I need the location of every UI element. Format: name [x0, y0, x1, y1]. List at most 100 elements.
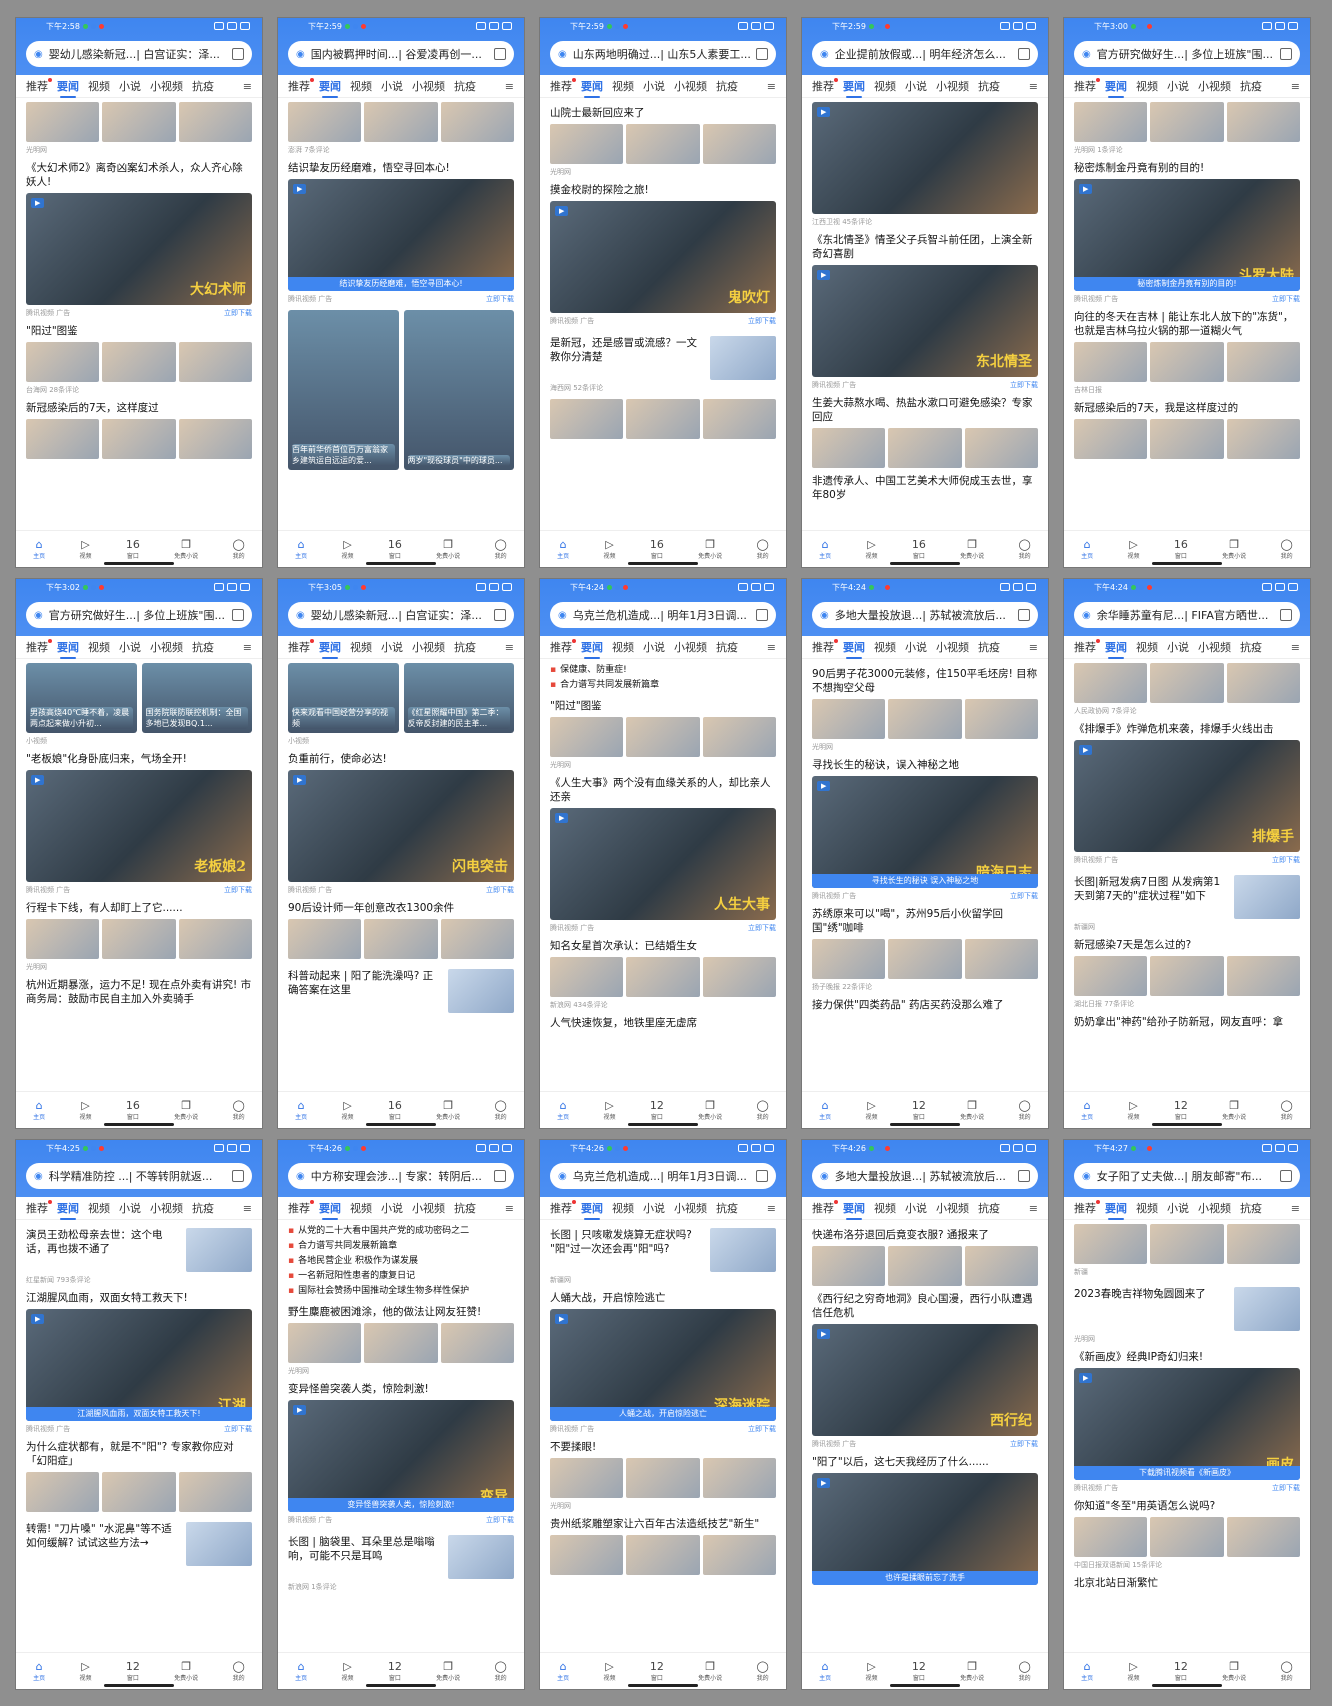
search-bar[interactable]: ◉ 企业提前放假或...| 明年经济怎么... [812, 41, 1038, 67]
image-row[interactable] [26, 919, 252, 959]
item-title[interactable]: "阳过"图鉴 [26, 324, 252, 338]
feed-item[interactable]: 快递布洛芬退回后竟变衣服? 通报来了 [812, 1228, 1038, 1286]
nav-book[interactable]: ❐ 免费小说 [698, 1099, 722, 1121]
tab-3[interactable]: 小说 [905, 639, 927, 655]
item-title[interactable]: 转需! "刀片嗓" "水泥鼻"等不适如何缓解? 试试这些方法→ [26, 1522, 180, 1562]
tab-2[interactable]: 视频 [88, 639, 110, 655]
tab-2[interactable]: 视频 [1136, 639, 1158, 655]
tab-4[interactable]: 小视频 [1198, 1200, 1231, 1216]
item-title[interactable]: 野生麋鹿被困滩涂，他的做法让网友狂赞! [288, 1305, 514, 1319]
tab-4[interactable]: 小视频 [1198, 639, 1231, 655]
tab-4[interactable]: 小视频 [936, 78, 969, 94]
video-cover[interactable]: ▶ 结识挚友历经磨难，悟空寻回本心! [288, 179, 514, 291]
nav-play[interactable]: ▷ 视频 [1128, 538, 1140, 560]
feed-item[interactable]: "阳过"图鉴 光明网 [550, 699, 776, 770]
feed-item[interactable]: 野生麋鹿被困滩涂，他的做法让网友狂赞! 光明网 [288, 1305, 514, 1376]
feed-item[interactable]: 长图 | 只咳嗽发烧算无症状吗? "阳"过一次还会再"阳"吗? 新疆网 [550, 1224, 776, 1285]
tab-5[interactable]: 抗疫 [454, 78, 476, 94]
news-list-item[interactable]: ▪ 各地民营企业 积极作为谋发展 [288, 1254, 514, 1269]
scan-icon[interactable] [1018, 1170, 1030, 1182]
feed-item[interactable]: 快来观看中国经营分享的视频 《红星照耀中国》第二季：反帝反封建的民主革... 小视频 [288, 663, 514, 746]
nav-user[interactable]: ◯ 我的 [1019, 1099, 1031, 1121]
nav-window[interactable]: 16 窗口 [126, 1099, 140, 1121]
nav-book[interactable]: ❐ 免费小说 [436, 538, 460, 560]
menu-icon[interactable]: ≡ [767, 1202, 776, 1215]
tab-2[interactable]: 视频 [88, 78, 110, 94]
short-video-card[interactable]: 百年前华侨首位百万富翁家乡建筑运自远运的爱... [288, 310, 399, 470]
feed-item[interactable]: 长图|新冠发病7日图 从发病第1天到第7天的"症状过程"如下 新疆网 [1074, 871, 1300, 932]
item-title[interactable]: 贵州纸浆雕塑家让六百年古法造纸技艺"新生" [550, 1517, 776, 1531]
tab-0[interactable]: 推荐 [288, 78, 314, 94]
tab-2[interactable]: 视频 [88, 1200, 110, 1216]
scan-icon[interactable] [1018, 48, 1030, 60]
news-list-item[interactable]: ▪ 合力谱写共同发展新篇章 [288, 1239, 514, 1254]
tab-1[interactable]: 要闻 [581, 1200, 603, 1220]
item-title[interactable]: 新冠感染后的7天，我是这样度过的 [1074, 401, 1300, 415]
item-title[interactable]: 2023春晚吉祥物兔圆圆来了 [1074, 1287, 1228, 1327]
search-input[interactable]: 乌克兰危机造成...| 明年1月3日调... [573, 607, 750, 623]
feed-item[interactable]: 长图 | 脑袋里、耳朵里总是嗡嗡响，可能不只是耳鸣 新浪网 1条评论 [288, 1531, 514, 1592]
nav-home[interactable]: ⌂ 主页 [1081, 1660, 1093, 1682]
menu-icon[interactable]: ≡ [1291, 80, 1300, 93]
image-row[interactable] [812, 939, 1038, 979]
thumbnail[interactable] [1234, 1287, 1300, 1331]
scan-icon[interactable] [1280, 48, 1292, 60]
tab-1[interactable]: 要闻 [581, 78, 603, 98]
feed-item[interactable]: 新冠感染后的7天，这样度过 [26, 401, 252, 459]
feed-item[interactable]: 科普动起来 | 阳了能洗澡吗? 正确答案在这里 [288, 965, 514, 1013]
image-row[interactable] [26, 102, 252, 142]
video-cover[interactable]: ▶ 老板娘2 [26, 770, 252, 882]
item-title[interactable]: 科普动起来 | 阳了能洗澡吗? 正确答案在这里 [288, 969, 442, 1009]
thumbnail[interactable] [448, 1535, 514, 1579]
scan-icon[interactable] [1280, 609, 1292, 621]
video-cover[interactable]: ▶ 暗海日志 寻找长生的秘诀 误入神秘之地 [812, 776, 1038, 888]
nav-window[interactable]: 12 窗口 [1174, 1099, 1188, 1121]
news-list-item[interactable]: ▪ 一名新冠阳性患者的康复日记 [288, 1269, 514, 1284]
feed-item[interactable]: 演员王劲松母亲去世：这个电话，再也拨不通了 红星新闻 793条评论 [26, 1224, 252, 1285]
nav-user[interactable]: ◯ 我的 [495, 1099, 507, 1121]
tab-4[interactable]: 小视频 [674, 1200, 707, 1216]
feed-item[interactable]: 奶奶拿出"神药"给孙子防新冠，网友直呼：拿 [1074, 1015, 1300, 1029]
tab-5[interactable]: 抗疫 [1240, 639, 1262, 655]
item-title[interactable]: 负重前行，使命必达! [288, 752, 514, 766]
search-bar[interactable]: ◉ 女子阳了丈夫做...| 朋友邮寄"布... [1074, 1163, 1300, 1189]
nav-home[interactable]: ⌂ 主页 [819, 1660, 831, 1682]
feed-item[interactable]: ▶ 江西卫视 45条评论 [812, 102, 1038, 227]
feed-item[interactable]: 男孩高烧40℃睡不着，凌晨两点起来做小升初... 国务院联防联控机制：全国多地已发… [26, 663, 252, 746]
feed-item[interactable]: 为什么症状都有，就是不"阳"? 专家教你应对「幻阳症」 [26, 1440, 252, 1512]
image-row[interactable] [1074, 663, 1300, 703]
search-input[interactable]: 企业提前放假或...| 明年经济怎么... [835, 46, 1012, 62]
nav-play[interactable]: ▷ 视频 [604, 538, 616, 560]
nav-home[interactable]: ⌂ 主页 [557, 538, 569, 560]
search-input[interactable]: 中方称安理会涉...| 专家：转阴后... [311, 1168, 488, 1184]
nav-book[interactable]: ❐ 免费小说 [960, 538, 984, 560]
feed-item[interactable]: 接力保供"四类药品" 药店买药没那么难了 [812, 998, 1038, 1012]
thumbnail[interactable] [448, 969, 514, 1013]
video-cover[interactable]: ▶ 闪电突击 [288, 770, 514, 882]
nav-home[interactable]: ⌂ 主页 [33, 1099, 45, 1121]
video-cover[interactable]: ▶ 排爆手 [1074, 740, 1300, 852]
feed-item[interactable]: 是新冠，还是感冒或流感？一文教你分清楚 海西网 52条评论 [550, 332, 776, 393]
item-title[interactable]: 你知道"冬至"用英语怎么说吗? [1074, 1499, 1300, 1513]
scan-icon[interactable] [494, 1170, 506, 1182]
tab-2[interactable]: 视频 [874, 78, 896, 94]
nav-book[interactable]: ❐ 免费小说 [174, 1660, 198, 1682]
short-video-card[interactable]: 国务院联防联控机制：全国多地已发现BQ.1... [141, 663, 252, 733]
menu-icon[interactable]: ≡ [1291, 641, 1300, 654]
nav-book[interactable]: ❐ 免费小说 [698, 538, 722, 560]
tab-3[interactable]: 小说 [643, 639, 665, 655]
tab-5[interactable]: 抗疫 [192, 1200, 214, 1216]
feed-item[interactable]: 你知道"冬至"用英语怎么说吗? 中国日报双语新闻 15条评论 [1074, 1499, 1300, 1570]
nav-play[interactable]: ▷ 视频 [80, 1099, 92, 1121]
nav-user[interactable]: ◯ 我的 [1019, 1660, 1031, 1682]
tab-1[interactable]: 要闻 [1105, 78, 1127, 98]
nav-user[interactable]: ◯ 我的 [495, 538, 507, 560]
menu-icon[interactable]: ≡ [767, 80, 776, 93]
nav-home[interactable]: ⌂ 主页 [33, 538, 45, 560]
item-title[interactable]: 90后男子花3000元装修，住150平毛坯房! 目称不想掏空父母 [812, 667, 1038, 695]
search-input[interactable]: 多地大量投放退...| 苏轼被流放后... [835, 1168, 1012, 1184]
image-row[interactable] [550, 124, 776, 164]
feed-item[interactable]: 苏绣原来可以"喝"，苏州95后小伙留学回国"绣"咖啡 扬子晚报 22条评论 [812, 907, 1038, 992]
tab-3[interactable]: 小说 [643, 1200, 665, 1216]
item-title[interactable]: 长图|新冠发病7日图 从发病第1天到第7天的"症状过程"如下 [1074, 875, 1228, 915]
